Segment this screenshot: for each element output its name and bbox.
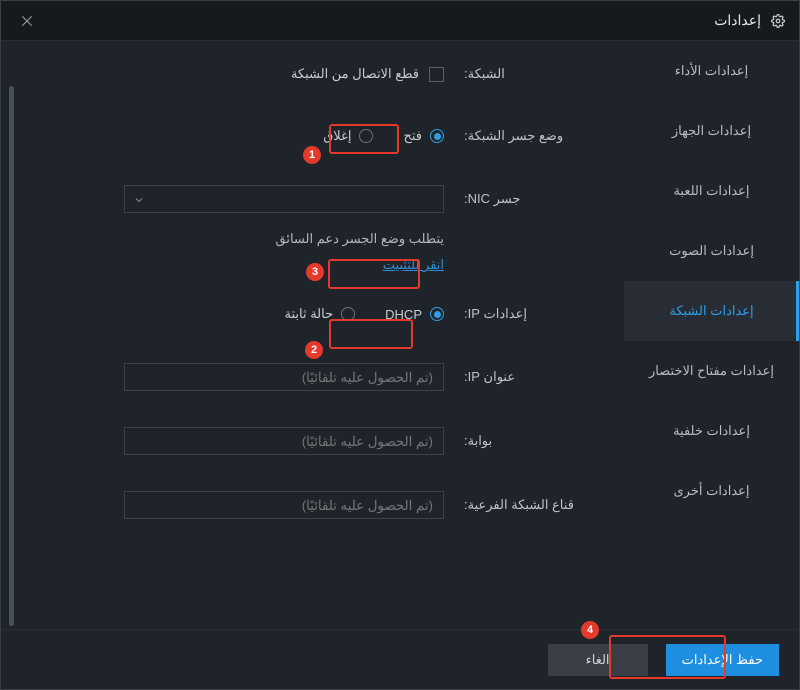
network-label: الشبكة: [464, 66, 584, 82]
sidebar-item-device[interactable]: إعدادات الجهاز [624, 101, 799, 161]
dhcp-label: DHCP [385, 307, 422, 322]
close-button[interactable] [15, 9, 39, 33]
static-ip-radio[interactable]: حالة ثابتة [285, 306, 356, 322]
footer: حفظ الإعدادات الغاء [1, 629, 799, 689]
content-panel: الشبكة: قطع الاتصال من الشبكة وضع جسر ال… [1, 41, 624, 629]
sidebar-item-shortcut[interactable]: إعدادات مفتاح الاختصار [624, 341, 799, 401]
titlebar: إعدادات [1, 1, 799, 41]
sidebar-item-label: إعدادات الشبكة [669, 303, 753, 319]
sidebar-item-label: إعدادات مفتاح الاختصار [649, 363, 774, 379]
ip-address-label: عنوان IP: [464, 369, 584, 385]
sidebar-item-game[interactable]: إعدادات اللعبة [624, 161, 799, 221]
bridge-open-radio[interactable]: فتح [403, 128, 444, 144]
radio-icon [359, 129, 373, 143]
cancel-button[interactable]: الغاء [548, 644, 648, 676]
install-driver-link[interactable]: انقر للتثبيت [383, 257, 444, 273]
radio-icon [341, 307, 355, 321]
window-title: إعدادات [714, 12, 761, 29]
save-button[interactable]: حفظ الإعدادات [666, 644, 779, 676]
gear-icon [771, 14, 785, 28]
sidebar-item-label: إعدادات الأداء [675, 63, 749, 79]
scrollbar[interactable] [9, 86, 14, 626]
sidebar-item-label: إعدادات أخرى [673, 483, 749, 499]
radio-icon [430, 307, 444, 321]
gateway-input[interactable] [124, 427, 444, 455]
sidebar-item-other[interactable]: إعدادات أخرى [624, 461, 799, 521]
sidebar-item-label: إعدادات اللعبة [673, 183, 749, 199]
bridge-open-label: فتح [403, 128, 422, 144]
sidebar-item-label: إعدادات الصوت [669, 243, 754, 259]
sidebar-item-wallpaper[interactable]: إعدادات خلفية [624, 401, 799, 461]
subnet-input[interactable] [124, 491, 444, 519]
sidebar-item-audio[interactable]: إعدادات الصوت [624, 221, 799, 281]
disconnect-checkbox-wrap[interactable]: قطع الاتصال من الشبكة [291, 66, 444, 82]
sidebar: إعدادات الأداء إعدادات الجهاز إعدادات ال… [624, 41, 799, 629]
sidebar-item-performance[interactable]: إعدادات الأداء [624, 41, 799, 101]
bridge-close-radio[interactable]: إغلاق [323, 128, 373, 144]
bridge-close-label: إغلاق [323, 128, 351, 144]
nic-bridge-label: جسر NIC: [464, 191, 584, 207]
ip-address-input[interactable] [124, 363, 444, 391]
disconnect-checkbox[interactable] [429, 67, 444, 82]
gateway-label: بوابة: [464, 433, 584, 449]
static-ip-label: حالة ثابتة [285, 306, 334, 322]
sidebar-item-label: إعدادات الجهاز [672, 123, 751, 139]
chevron-down-icon [135, 194, 145, 204]
bridge-mode-label: وضع جسر الشبكة: [464, 128, 584, 144]
disconnect-label: قطع الاتصال من الشبكة [291, 66, 419, 82]
bridge-helper-text: يتطلب وضع الجسر دعم السائق [31, 231, 444, 247]
radio-icon [430, 129, 444, 143]
subnet-label: قناع الشبكة الفرعية: [464, 497, 584, 513]
ip-settings-label: إعدادات IP: [464, 306, 584, 322]
dhcp-radio[interactable]: DHCP [385, 307, 444, 322]
sidebar-item-label: إعدادات خلفية [673, 423, 750, 439]
sidebar-item-network[interactable]: إعدادات الشبكة [624, 281, 799, 341]
nic-bridge-select[interactable] [124, 185, 444, 213]
